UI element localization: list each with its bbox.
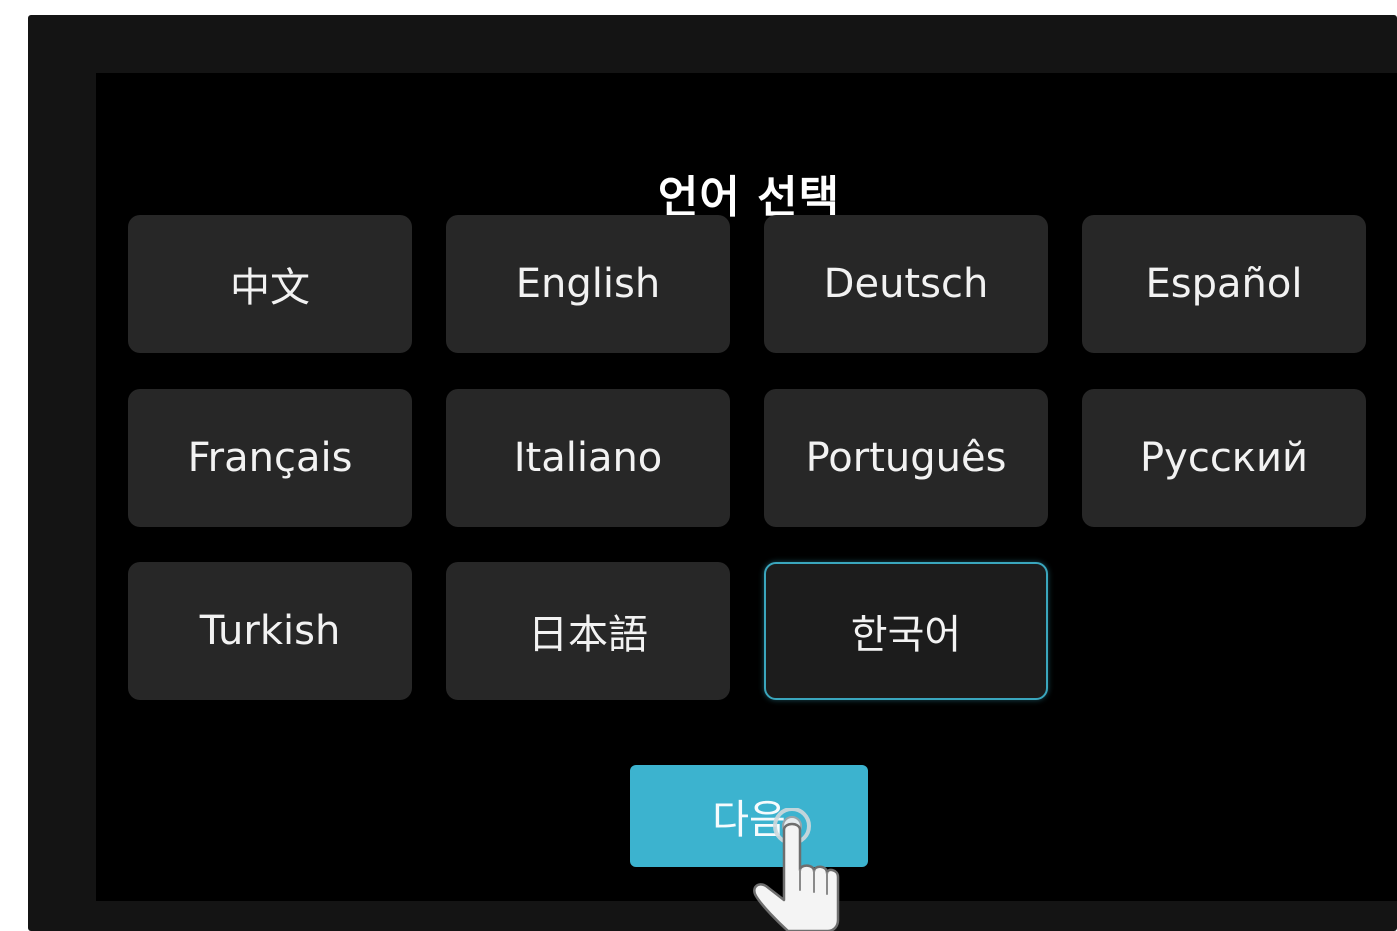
language-button-italian[interactable]: Italiano: [446, 389, 730, 527]
language-select-screen: 언어 선택 中文 English Deutsch Español Françai…: [96, 73, 1397, 901]
next-button[interactable]: 다음: [630, 765, 868, 867]
language-button-korean[interactable]: 한국어: [764, 562, 1048, 700]
language-button-french[interactable]: Français: [128, 389, 412, 527]
language-button-spanish[interactable]: Español: [1082, 215, 1366, 353]
language-button-turkish[interactable]: Turkish: [128, 562, 412, 700]
language-button-german[interactable]: Deutsch: [764, 215, 1048, 353]
language-button-portuguese[interactable]: Português: [764, 389, 1048, 527]
language-button-english[interactable]: English: [446, 215, 730, 353]
device-bezel: 언어 선택 中文 English Deutsch Español Françai…: [28, 15, 1397, 931]
language-button-russian[interactable]: Русский: [1082, 389, 1366, 527]
language-button-chinese[interactable]: 中文: [128, 215, 412, 353]
language-button-japanese[interactable]: 日本語: [446, 562, 730, 700]
